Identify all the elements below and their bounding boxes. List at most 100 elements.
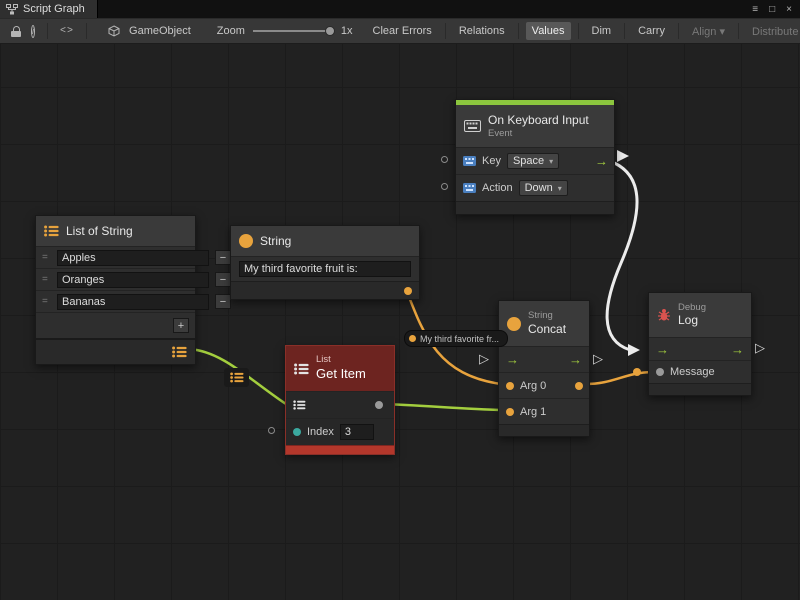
list-item-row: = − xyxy=(36,290,195,312)
node-on-keyboard-input[interactable]: On Keyboard Input Event Key Space ▾ → xyxy=(455,99,615,215)
tab-title: Script Graph xyxy=(23,3,85,15)
remove-item-button[interactable]: − xyxy=(215,294,231,309)
arg0-label: Arg 0 xyxy=(520,380,546,392)
zoom-value: 1x xyxy=(341,25,353,37)
flow-output-port[interactable]: → xyxy=(595,155,608,168)
index-input[interactable] xyxy=(340,424,374,440)
graph-canvas[interactable]: On Keyboard Input Event Key Space ▾ → xyxy=(0,44,800,600)
flow-output-port[interactable]: → xyxy=(731,343,744,356)
list-item-input[interactable] xyxy=(57,272,209,288)
title-bar: Script Graph ≡ □ × xyxy=(0,0,800,18)
flow-hint-triangle: ▷ xyxy=(755,341,765,354)
node-category: String xyxy=(528,310,566,322)
window-controls: ≡ □ × xyxy=(752,4,800,15)
index-label: Index xyxy=(307,426,334,438)
window-menu-icon[interactable]: ≡ xyxy=(752,4,758,15)
key-input-port[interactable] xyxy=(441,156,448,163)
arg1-input-port[interactable] xyxy=(506,408,514,416)
toolbar-separator xyxy=(86,23,87,39)
arg0-input-port[interactable] xyxy=(506,382,514,390)
node-title: Get Item xyxy=(316,366,366,382)
list-icon xyxy=(294,363,309,375)
string-value-bubble: My third favorite fr... xyxy=(404,330,508,347)
info-icon[interactable]: i xyxy=(31,25,35,38)
gameobject-label[interactable]: GameObject xyxy=(129,25,191,37)
maximize-icon[interactable]: □ xyxy=(769,4,775,15)
list-icon xyxy=(44,225,59,237)
graph-icon xyxy=(6,4,18,15)
zoom-label: Zoom xyxy=(217,25,245,37)
keyboard-icon xyxy=(464,120,481,132)
flow-input-port[interactable]: → xyxy=(656,343,669,356)
string-type-dot xyxy=(409,335,416,342)
values-button[interactable]: Values xyxy=(526,22,571,40)
node-title: Concat xyxy=(528,322,566,337)
drag-handle-icon[interactable]: = xyxy=(42,274,51,285)
lock-icon[interactable] xyxy=(11,26,21,37)
clear-errors-button[interactable]: Clear Errors xyxy=(367,22,438,40)
string-preview-text: My third favorite fr... xyxy=(420,334,499,344)
list-item-row: = − xyxy=(36,246,195,268)
list-item-row: = − xyxy=(36,268,195,290)
node-title: Log xyxy=(678,313,706,328)
string-value-input[interactable] xyxy=(239,261,411,277)
list-icon xyxy=(230,372,244,383)
tab-script-graph[interactable]: Script Graph xyxy=(0,0,98,18)
list-value-bubble xyxy=(224,368,249,387)
toolbar-buttons: Clear Errors Relations Values Dim Carry … xyxy=(367,22,800,41)
action-label: Action xyxy=(482,182,513,194)
bug-icon xyxy=(657,308,671,322)
node-title: String xyxy=(260,234,291,248)
node-debug-log[interactable]: Debug Log → → Message xyxy=(648,292,752,396)
node-get-item[interactable]: List Get Item Index xyxy=(285,345,395,455)
zoom-slider-knob[interactable] xyxy=(325,26,335,36)
node-list-of-string[interactable]: List of String = − = − = − + xyxy=(35,215,196,365)
node-string-literal[interactable]: String xyxy=(230,225,420,300)
item-output-port[interactable] xyxy=(375,401,383,409)
error-strip xyxy=(286,445,394,454)
add-item-button[interactable]: + xyxy=(173,318,189,333)
flow-hint-triangle: ▷ xyxy=(479,352,489,365)
string-output-port[interactable] xyxy=(404,287,412,295)
chevron-down-icon: ▾ xyxy=(549,157,553,166)
align-button[interactable]: Align ▾ xyxy=(686,22,731,41)
graph-toolbar: i <> GameObject Zoom 1x Clear Errors Rel… xyxy=(0,18,800,44)
arg1-label: Arg 1 xyxy=(520,406,546,418)
remove-item-button[interactable]: − xyxy=(215,250,231,265)
list-item-input[interactable] xyxy=(57,250,209,266)
result-output-port[interactable] xyxy=(575,382,583,390)
dim-button[interactable]: Dim xyxy=(586,22,618,40)
node-concat[interactable]: String Concat → → Arg 0 Arg 1 xyxy=(498,300,590,437)
node-title: List of String xyxy=(66,224,133,238)
action-type-icon xyxy=(463,183,476,193)
message-label: Message xyxy=(670,366,715,378)
carry-button[interactable]: Carry xyxy=(632,22,671,40)
node-category: List xyxy=(316,354,366,366)
remove-item-button[interactable]: − xyxy=(215,272,231,287)
action-dropdown[interactable]: Down ▾ xyxy=(519,180,568,196)
wire-concat-to-log-message[interactable] xyxy=(585,372,651,384)
list-input-port[interactable] xyxy=(293,400,306,410)
action-input-port[interactable] xyxy=(441,183,448,190)
flow-output-port[interactable]: → xyxy=(569,353,582,366)
flow-hint-triangle: ▷ xyxy=(593,352,603,365)
distribute-button[interactable]: Distribute ▾ xyxy=(746,22,800,41)
list-item-input[interactable] xyxy=(57,294,209,310)
key-dropdown[interactable]: Space ▾ xyxy=(507,153,559,169)
message-input-port[interactable] xyxy=(656,368,664,376)
drag-handle-icon[interactable]: = xyxy=(42,296,51,307)
wire-getitem-to-concat-arg1[interactable] xyxy=(381,404,502,410)
zoom-slider[interactable] xyxy=(253,26,333,36)
string-type-icon xyxy=(239,234,253,248)
list-output-port[interactable] xyxy=(172,346,187,358)
close-icon[interactable]: × xyxy=(786,4,792,15)
drag-handle-icon[interactable]: = xyxy=(42,252,51,263)
node-title: On Keyboard Input xyxy=(488,113,589,128)
relations-button[interactable]: Relations xyxy=(453,22,511,40)
node-subtitle: Event xyxy=(488,128,589,140)
index-port-hint[interactable] xyxy=(268,427,275,434)
index-input-port[interactable] xyxy=(293,428,301,436)
flow-input-port[interactable]: → xyxy=(506,353,519,366)
key-type-icon xyxy=(463,156,476,166)
code-view-icon[interactable]: <> xyxy=(60,26,74,37)
